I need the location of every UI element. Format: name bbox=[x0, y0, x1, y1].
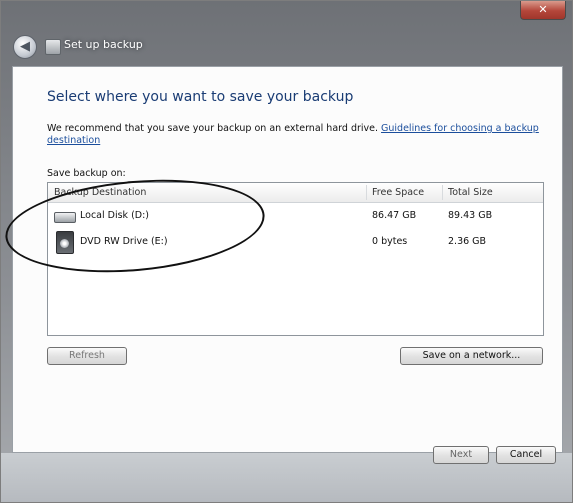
backup-app-icon bbox=[45, 39, 61, 55]
destination-name: DVD RW Drive (E:) bbox=[80, 236, 168, 247]
column-divider bbox=[366, 185, 367, 200]
list-row-local-disk[interactable]: Local Disk (D:) 86.47 GB 89.43 GB bbox=[48, 205, 543, 227]
dvd-drive-icon bbox=[56, 231, 74, 254]
column-header-destination[interactable]: Backup Destination bbox=[54, 187, 146, 198]
hard-disk-icon bbox=[54, 212, 76, 223]
content-panel: Select where you want to save your backu… bbox=[12, 66, 563, 453]
next-button[interactable]: Next bbox=[433, 446, 489, 464]
title-bar: ✕ ◀ Set up backup bbox=[1, 1, 572, 65]
setup-backup-window: ✕ ◀ Set up backup Select where you want … bbox=[0, 0, 573, 503]
list-header: Backup Destination Free Space Total Size bbox=[48, 183, 543, 203]
close-button[interactable]: ✕ bbox=[520, 1, 566, 20]
recommendation-text: We recommend that you save your backup o… bbox=[47, 123, 547, 147]
back-arrow-icon[interactable]: ◀ bbox=[13, 35, 37, 59]
save-on-network-button[interactable]: Save on a network... bbox=[400, 347, 543, 365]
free-space-value: 0 bytes bbox=[372, 236, 408, 247]
destination-name: Local Disk (D:) bbox=[80, 210, 149, 221]
refresh-button[interactable]: Refresh bbox=[47, 347, 127, 365]
free-space-value: 86.47 GB bbox=[372, 210, 417, 221]
cancel-button[interactable]: Cancel bbox=[496, 446, 556, 464]
backup-destination-list[interactable]: Backup Destination Free Space Total Size… bbox=[47, 182, 544, 336]
recommendation-sentence: We recommend that you save your backup o… bbox=[47, 123, 382, 134]
page-heading: Select where you want to save your backu… bbox=[47, 89, 354, 105]
window-title: Set up backup bbox=[64, 38, 143, 51]
total-size-value: 89.43 GB bbox=[448, 210, 493, 221]
list-row-dvd-drive[interactable]: DVD RW Drive (E:) 0 bytes 2.36 GB bbox=[48, 231, 543, 254]
column-header-total-size[interactable]: Total Size bbox=[448, 187, 493, 198]
column-divider bbox=[442, 185, 443, 200]
column-header-free-space[interactable]: Free Space bbox=[372, 187, 424, 198]
total-size-value: 2.36 GB bbox=[448, 236, 487, 247]
save-backup-on-label: Save backup on: bbox=[47, 168, 126, 179]
